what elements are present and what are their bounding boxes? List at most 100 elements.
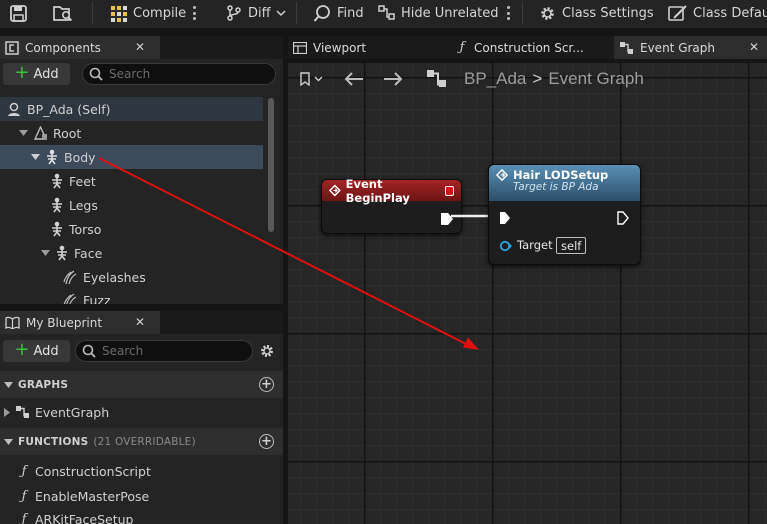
tree-item-eyelashes[interactable]: Eyelashes [0, 265, 263, 289]
function-item-arkitfacesetup[interactable]: ƒ ARKitFaceSetup [0, 509, 134, 524]
gear-icon[interactable] [258, 342, 276, 360]
graphs-header-label: GRAPHS [18, 378, 69, 391]
toolbar-divider [296, 2, 297, 24]
add-component-button[interactable]: + Add [3, 63, 70, 85]
find-button[interactable]: Find [313, 0, 364, 26]
node-title: Hair LODSetup [513, 168, 609, 182]
gear-icon [541, 6, 554, 20]
book-icon [5, 316, 20, 329]
functions-count: (21 OVERRIDABLE) [93, 435, 196, 448]
close-icon[interactable]: ✕ [133, 40, 147, 54]
compile-options-button[interactable] [192, 4, 196, 22]
back-button[interactable] [342, 67, 366, 91]
function-item-constructionscript[interactable]: ƒ ConstructionScript [0, 459, 151, 483]
arrow-left-icon [344, 72, 363, 86]
search-icon [89, 67, 103, 81]
skeletal-mesh-icon [52, 173, 62, 189]
myblueprint-search-input[interactable]: Search [75, 340, 253, 362]
functions-section-header[interactable]: FUNCTIONS (21 OVERRIDABLE) + [0, 428, 283, 455]
tree-item-torso[interactable]: Torso [0, 217, 263, 241]
exec-out-pin-icon[interactable] [617, 211, 629, 225]
blueprint-self-icon [8, 102, 20, 116]
node-title: Event BeginPlay [345, 176, 410, 205]
node-subtitle: Target is BP Ada [513, 181, 599, 193]
caret-down-icon [4, 438, 13, 445]
skeletal-mesh-icon [57, 245, 67, 261]
class-settings-button[interactable]: Class Settings [538, 0, 654, 26]
tree-item-label: Torso [69, 221, 102, 237]
forward-button[interactable] [381, 67, 405, 91]
plus-icon: + [14, 62, 30, 83]
graph-type-icon [425, 67, 449, 91]
tree-item-label: Legs [69, 197, 98, 213]
class-defaults-button[interactable]: Class Default [668, 0, 767, 26]
folder-search-icon [53, 6, 73, 22]
hide-unrelated-label: Hide Unrelated [401, 5, 499, 21]
tree-item-self[interactable]: BP_Ada (Self) [0, 97, 263, 121]
graph-editor: BP_Ada > Event Graph Event BeginPlay Hai… [288, 36, 767, 524]
override-function-icon: ƒ [21, 463, 27, 479]
target-self-input[interactable]: self [556, 237, 587, 254]
breadcrumb-graph[interactable]: Event Graph [548, 69, 643, 89]
search-placeholder: Search [102, 344, 144, 358]
exec-in-pin-icon[interactable] [499, 211, 511, 225]
save-button[interactable] [9, 0, 28, 26]
myblueprint-tabbar: My Blueprint ✕ [0, 311, 283, 334]
caret-down-icon [40, 250, 50, 256]
hide-unrelated-button[interactable]: Hide Unrelated [378, 0, 499, 26]
close-icon[interactable]: ✕ [133, 315, 147, 329]
skeletal-mesh-icon [52, 221, 62, 237]
tree-item-legs[interactable]: Legs [0, 193, 263, 217]
event-diamond-icon [329, 184, 341, 197]
add-graph-icon[interactable]: + [259, 377, 274, 392]
graph-item-eventgraph[interactable]: EventGraph [0, 400, 109, 424]
toolbar-divider [92, 2, 93, 24]
graphs-section-header[interactable]: GRAPHS + [0, 371, 283, 398]
bookmark-icon [300, 72, 323, 86]
tree-item-feet[interactable]: Feet [0, 169, 263, 193]
diff-label: Diff [248, 5, 271, 21]
target-pin-label: Target [517, 238, 553, 252]
tree-item-face[interactable]: Face [0, 241, 263, 265]
compile-label: Compile [133, 5, 187, 21]
graph-canvas[interactable] [288, 63, 767, 524]
compile-button[interactable]: Compile [109, 0, 186, 26]
main-toolbar: Compile Diff Find Hide Unrelated Class S… [0, 0, 767, 28]
function-item-label: EnableMasterPose [35, 488, 150, 504]
hide-unrelated-icon [378, 5, 395, 20]
components-scrollbar[interactable] [268, 98, 274, 232]
delegate-pin-icon[interactable] [444, 185, 454, 196]
function-item-enablemasterpose[interactable]: ƒ EnableMasterPose [0, 484, 150, 508]
tree-item-fuzz[interactable]: Fuzz [0, 289, 263, 304]
tree-item-label: Fuzz [83, 293, 111, 304]
compile-icon [110, 4, 127, 22]
tree-item-label: Body [64, 149, 96, 165]
node-header: Hair LODSetup Target is BP Ada [489, 165, 640, 201]
components-search-input[interactable]: Search [82, 63, 276, 85]
function-item-label: ARKitFaceSetup [35, 512, 134, 524]
arrow-right-icon [384, 72, 403, 86]
bookmark-button[interactable] [295, 67, 327, 91]
browse-button[interactable] [52, 0, 74, 26]
diff-icon [227, 5, 241, 21]
caret-down-icon [30, 154, 40, 160]
node-hair-lodsetup[interactable]: Hair LODSetup Target is BP Ada Target se… [488, 164, 641, 265]
tree-item-label: Face [74, 245, 103, 261]
skeletal-mesh-icon [47, 149, 57, 165]
components-tab-label: Components [25, 40, 101, 55]
object-pin-icon[interactable] [499, 240, 513, 252]
add-member-button[interactable]: + Add [3, 340, 70, 362]
plus-icon: + [14, 339, 30, 360]
add-function-icon[interactable]: + [259, 434, 274, 449]
find-label: Find [337, 5, 364, 21]
caret-down-icon [18, 130, 28, 136]
node-event-beginplay[interactable]: Event BeginPlay [321, 176, 462, 234]
scene-root-icon [33, 126, 48, 140]
tree-item-body[interactable]: Body [0, 145, 263, 169]
diff-button[interactable]: Diff [225, 0, 286, 26]
class-defaults-icon [668, 4, 687, 21]
hide-unrelated-options-button[interactable] [506, 4, 510, 22]
tree-item-root[interactable]: Root [0, 121, 263, 145]
function-icon: ƒ [21, 488, 27, 504]
breadcrumb-blueprint[interactable]: BP_Ada [464, 69, 526, 89]
